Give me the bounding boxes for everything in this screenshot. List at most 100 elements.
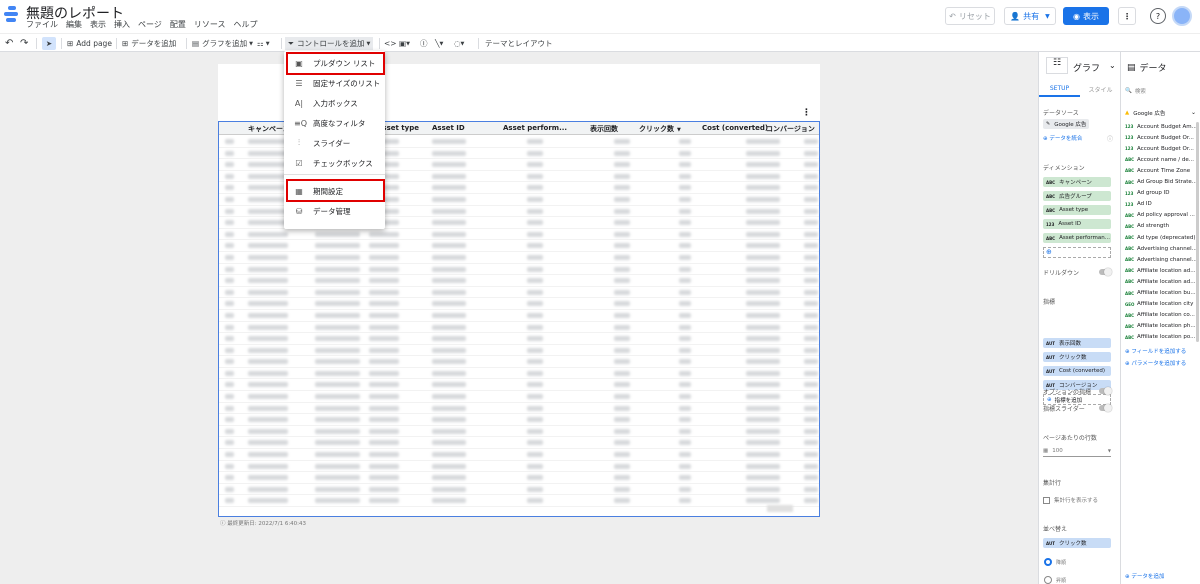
table-row[interactable] (219, 333, 819, 345)
shape-icon[interactable]: ◌ ▼ (454, 37, 464, 50)
tab-style[interactable]: スタイル (1080, 85, 1121, 94)
dimension-chip[interactable]: ABC キャンペーン (1043, 177, 1111, 187)
chevron-icon[interactable]: ⌄ (1191, 109, 1196, 116)
table-row[interactable] (219, 472, 819, 484)
add-data-button[interactable]: ⊞ データを追加 (122, 37, 176, 50)
tab-setup[interactable]: SETUP (1039, 85, 1080, 97)
field-item[interactable]: ABC Account Time Zone (1125, 165, 1200, 176)
field-item[interactable]: ABC Ad Group Bid Strate... (1125, 177, 1200, 188)
menu-arrange[interactable]: 配置 (170, 19, 186, 30)
select-pointer-icon[interactable]: ➤ (42, 37, 56, 50)
table-row[interactable] (219, 379, 819, 392)
table-row[interactable] (219, 229, 819, 241)
menu-item-input-box[interactable]: A| 入力ボックス (284, 94, 385, 112)
table-row[interactable] (219, 287, 819, 299)
sort-field-chip[interactable]: AUT クリック数 (1043, 538, 1111, 548)
table-row[interactable] (219, 240, 819, 252)
dimension-chip[interactable]: ABC Asset performan... (1043, 233, 1111, 243)
table-row[interactable] (219, 403, 819, 415)
help-icon[interactable]: ? (1150, 8, 1166, 24)
text-icon[interactable]: Ⓘ (420, 37, 428, 50)
metric-chip[interactable]: AUT 表示回数 (1043, 338, 1111, 348)
field-item[interactable]: ABC Ad type (deprecated) (1125, 232, 1200, 243)
metric-chip[interactable]: AUT Cost (converted) (1043, 366, 1111, 376)
menu-item-slider[interactable]: ⫶ スライダー (284, 134, 385, 152)
table-row[interactable] (219, 391, 819, 403)
field-item[interactable]: ABC Advertising channel... (1125, 254, 1200, 265)
chart-type-icon[interactable]: ☷ (1046, 57, 1068, 74)
field-item[interactable]: ABC Ad strength (1125, 221, 1200, 232)
table-row[interactable] (219, 275, 819, 287)
add-chart-button[interactable]: ▤ グラフを追加 ▼ (192, 37, 253, 50)
more-vert-icon[interactable]: ⋮ (1118, 7, 1136, 25)
add-data-link[interactable]: ⊕ データを追加 (1125, 572, 1164, 580)
add-field-link[interactable]: ⊕ フィールドを追加する (1125, 347, 1186, 355)
table-row[interactable] (219, 461, 819, 473)
column-header[interactable]: Asset ID (432, 124, 465, 132)
table-row[interactable] (219, 426, 819, 438)
column-header-sorted[interactable]: クリック数 ▼ (639, 124, 681, 134)
table-row[interactable] (219, 449, 819, 461)
menu-item-checkbox[interactable]: ☑ チェックボックス (284, 154, 385, 172)
menu-edit[interactable]: 編集 (66, 19, 82, 30)
dimension-chip[interactable]: ABC 広告グループ (1043, 191, 1111, 201)
menu-insert[interactable]: 挿入 (114, 19, 130, 30)
metric-slider-toggle[interactable] (1099, 404, 1112, 412)
field-item[interactable]: 123 Ad ID (1125, 199, 1200, 210)
menu-resource[interactable]: リソース (194, 19, 226, 30)
column-header[interactable]: 表示回数 (590, 124, 618, 134)
scrollbar[interactable] (1196, 122, 1199, 342)
field-item[interactable]: ABC Affiliate location ad... (1125, 276, 1200, 287)
table-row[interactable] (219, 414, 819, 426)
show-total-row-checkbox[interactable]: 集計行を表示する (1043, 496, 1098, 504)
help-icon[interactable]: ⓘ (1107, 134, 1113, 143)
share-button[interactable]: 👤 共有 ▼ (1004, 7, 1056, 25)
dimension-chip[interactable]: 123 Asset ID (1043, 219, 1111, 229)
avatar[interactable] (1172, 6, 1192, 26)
community-viz-button[interactable]: ⚏ ▼ (257, 37, 270, 50)
column-header[interactable]: Asset perform... (503, 124, 567, 132)
looker-studio-logo[interactable] (4, 6, 18, 24)
table-row[interactable] (219, 368, 819, 380)
field-item[interactable]: ABC Affiliate location co... (1125, 310, 1200, 321)
field-item[interactable]: GEO Affiliate location city (1125, 299, 1200, 310)
line-icon[interactable]: ╲ ▼ (435, 37, 443, 50)
field-item[interactable]: 123 Account Budget Am... (1125, 121, 1200, 132)
add-control-button[interactable]: ⏷ コントロールを追加 ▼ (285, 37, 374, 50)
embed-code-icon[interactable]: <> (384, 37, 397, 50)
image-icon[interactable]: ▣ ▼ (399, 37, 410, 50)
metric-chip[interactable]: AUT クリック数 (1043, 352, 1111, 362)
more-vert-icon[interactable]: ⋮ (802, 108, 811, 118)
reset-button[interactable]: ↶ リセット (945, 7, 995, 25)
field-item[interactable]: ABC Ad policy approval ... (1125, 210, 1200, 221)
table-row[interactable] (219, 322, 819, 334)
menu-file[interactable]: ファイル (26, 19, 58, 30)
rows-per-page-select[interactable]: ▦ 100 ▼ (1043, 445, 1111, 457)
menu-item-advanced-filter[interactable]: ≡Q 高度なフィルタ (284, 114, 385, 132)
column-header[interactable]: Cost (converted) (702, 124, 768, 132)
menu-page[interactable]: ページ (138, 19, 162, 30)
optional-metrics-toggle[interactable] (1099, 387, 1112, 395)
menu-help[interactable]: ヘルプ (233, 19, 257, 30)
table-row[interactable] (219, 345, 819, 357)
field-item[interactable]: ABC Affiliate location ad... (1125, 265, 1200, 276)
field-item[interactable]: 123 Account Budget Or... (1125, 132, 1200, 143)
data-source-chip[interactable]: ✎ Google 広告 (1043, 119, 1089, 129)
table-row[interactable] (219, 252, 819, 264)
field-item[interactable]: ABC Account name / de... (1125, 154, 1200, 165)
table-row[interactable] (219, 298, 819, 310)
dimension-chip[interactable]: ABC Asset type (1043, 205, 1111, 215)
sort-asc-radio[interactable]: 昇順 (1044, 576, 1066, 584)
theme-layout-button[interactable]: テーマとレイアウト (485, 37, 553, 50)
field-item[interactable]: 123 Ad group ID (1125, 188, 1200, 199)
table-row[interactable] (219, 484, 819, 496)
table-row[interactable] (219, 356, 819, 368)
pagination[interactable] (767, 505, 793, 512)
field-item[interactable]: ABC Advertising channel... (1125, 243, 1200, 254)
blend-data-link[interactable]: ⊕ データを統合 (1043, 134, 1082, 142)
data-source-header[interactable]: ▲ Google 広告 (1125, 109, 1165, 117)
field-item[interactable]: ABC Affiliate location po... (1125, 332, 1200, 343)
chevron-down-icon[interactable]: ⌄ (1109, 61, 1116, 70)
sort-desc-radio[interactable]: 降順 (1044, 558, 1066, 566)
view-button[interactable]: ◉ 表示 (1063, 7, 1109, 25)
